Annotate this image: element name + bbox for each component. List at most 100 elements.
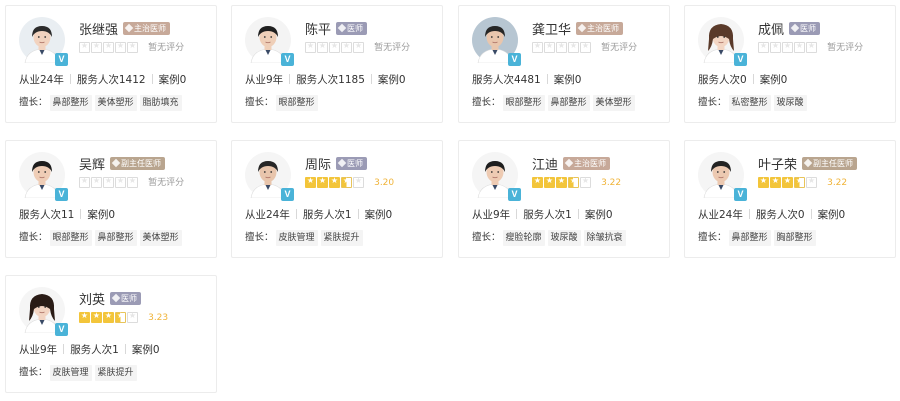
rating-score: 暂无评分 (148, 178, 185, 188)
doctor-name[interactable]: 江迪 (532, 154, 558, 173)
doctor-card-grid: V 张继强 主治医师 暂无评分 从业24年服务人次1412案例0 擅长：鼻部整形… (0, 0, 900, 401)
doctor-title-badge: 副主任医师 (110, 157, 165, 170)
rating-star-icon (782, 41, 793, 53)
doctor-card[interactable]: V 叶子荣 副主任医师 3.22 从业24年服务人次0案例0 擅长：鼻部整形胸部… (684, 140, 896, 258)
doctor-avatar[interactable]: V (19, 17, 68, 66)
specialty-tag[interactable]: 眼部整形 (49, 230, 92, 246)
rating-star-icon (532, 41, 543, 53)
doctor-specialties: 擅长： 皮肤管理 紧肤提升 (19, 365, 140, 381)
doctor-avatar[interactable]: V (472, 152, 521, 201)
doctor-stat: 服务人次0 (698, 74, 747, 86)
doctor-title-text: 医师 (347, 24, 363, 33)
verified-badge-icon: V (281, 188, 294, 201)
specialty-tag[interactable]: 美体塑形 (94, 95, 137, 111)
specialty-tag[interactable]: 玻尿酸 (773, 95, 807, 111)
specialty-tag[interactable]: 脂肪填充 (139, 95, 182, 111)
rating-star-icon (91, 41, 102, 53)
doctor-name[interactable]: 叶子荣 (758, 154, 797, 173)
doctor-stat: 从业24年 (245, 209, 290, 221)
doctor-avatar[interactable]: V (698, 17, 747, 66)
doctor-name[interactable]: 张继强 (79, 19, 118, 38)
doctor-rating: 3.22 (532, 176, 621, 189)
doctor-rating: 3.23 (79, 311, 168, 324)
specialty-tag[interactable]: 美体塑形 (592, 95, 635, 111)
doctor-name[interactable]: 龚卫华 (532, 19, 571, 38)
specialty-tag[interactable]: 胸部整形 (773, 230, 816, 246)
doctor-card[interactable]: V 吴辉 副主任医师 暂无评分 服务人次11案例0 擅长：眼部整形鼻部整形美体塑… (5, 140, 217, 258)
doctor-rating: 暂无评分 (79, 176, 185, 189)
doctor-title-text: 副主任医师 (813, 159, 853, 168)
rating-star-icon (91, 176, 102, 188)
specialty-tag[interactable]: 私密整形 (728, 95, 771, 111)
specialty-tag[interactable]: 眼部整形 (502, 95, 545, 111)
rating-star-icon (127, 176, 138, 188)
specialty-tag[interactable]: 鼻部整形 (49, 95, 92, 111)
specialty-tag[interactable]: 美体塑形 (139, 230, 182, 246)
diamond-icon (337, 158, 347, 168)
doctor-name[interactable]: 刘英 (79, 289, 105, 308)
rating-star-icon (532, 176, 543, 188)
specialty-tag[interactable]: 鼻部整形 (94, 230, 137, 246)
specialty-tag[interactable]: 除皱抗衰 (583, 230, 626, 246)
rating-score: 暂无评分 (601, 43, 638, 53)
doctor-title-text: 主治医师 (587, 24, 619, 33)
specialty-tag[interactable]: 玻尿酸 (547, 230, 581, 246)
rating-star-icon (305, 176, 316, 188)
doctor-stat: 从业9年 (19, 344, 58, 356)
rating-star-icon (79, 176, 90, 188)
specialty-label: 擅长： (19, 232, 48, 243)
rating-star-icon (103, 311, 114, 323)
doctor-stat: 案例0 (805, 209, 846, 221)
doctor-card[interactable]: V 刘英 医师 3.23 从业9年服务人次1案例0 擅长：皮肤管理紧肤提升 (5, 275, 217, 393)
doctor-name[interactable]: 成佩 (758, 19, 784, 38)
doctor-stat: 案例0 (572, 209, 613, 221)
doctor-title-text: 医师 (800, 24, 816, 33)
doctor-card[interactable]: V 江迪 主治医师 3.22 从业9年服务人次1案例0 擅长：瘦脸轮廓玻尿酸除皱… (458, 140, 670, 258)
doctor-card[interactable]: V 龚卫华 主治医师 暂无评分 服务人次4481案例0 擅长：眼部整形鼻部整形美… (458, 5, 670, 123)
rating-score: 暂无评分 (827, 43, 864, 53)
specialty-tag[interactable]: 紧肤提升 (320, 230, 363, 246)
doctor-stat: 案例0 (146, 74, 187, 86)
verified-badge-icon: V (734, 188, 747, 201)
diamond-icon (790, 23, 800, 33)
doctor-avatar[interactable]: V (472, 17, 521, 66)
doctor-name[interactable]: 吴辉 (79, 154, 105, 173)
specialty-tag[interactable]: 紧肤提升 (94, 365, 137, 381)
doctor-name[interactable]: 陈平 (305, 19, 331, 38)
verified-badge-icon: V (734, 53, 747, 66)
verified-badge-icon: V (508, 188, 521, 201)
diamond-icon (577, 23, 587, 33)
doctor-name[interactable]: 周际 (305, 154, 331, 173)
doctor-avatar[interactable]: V (19, 287, 68, 336)
specialty-label: 擅长： (472, 97, 501, 108)
doctor-rating: 暂无评分 (532, 41, 638, 54)
rating-star-icon (758, 176, 769, 188)
specialty-tag[interactable]: 皮肤管理 (275, 230, 318, 246)
specialty-tag[interactable]: 皮肤管理 (49, 365, 92, 381)
rating-star-icon (79, 41, 90, 53)
specialty-tag[interactable]: 鼻部整形 (728, 230, 771, 246)
specialty-tag[interactable]: 瘦脸轮廓 (502, 230, 545, 246)
doctor-avatar[interactable]: V (245, 152, 294, 201)
specialty-tag[interactable]: 鼻部整形 (547, 95, 590, 111)
doctor-card[interactable]: V 成佩 医师 暂无评分 服务人次0案例0 擅长：私密整形玻尿酸 (684, 5, 896, 123)
doctor-stat: 服务人次0 (743, 209, 805, 221)
rating-score: 3.20 (374, 178, 395, 188)
verified-badge-icon: V (281, 53, 294, 66)
doctor-card[interactable]: V 周际 医师 3.20 从业24年服务人次1案例0 擅长：皮肤管理紧肤提升 (231, 140, 443, 258)
doctor-avatar[interactable]: V (698, 152, 747, 201)
specialty-tag[interactable]: 眼部整形 (275, 95, 318, 111)
doctor-avatar[interactable]: V (19, 152, 68, 201)
diamond-icon (803, 158, 813, 168)
rating-score: 暂无评分 (374, 43, 411, 53)
doctor-card[interactable]: V 陈平 医师 暂无评分 从业9年服务人次1185案例0 擅长：眼部整形 (231, 5, 443, 123)
rating-score: 暂无评分 (148, 43, 185, 53)
rating-star-icon (544, 41, 555, 53)
doctor-stat: 案例0 (352, 209, 393, 221)
rating-star-icon (103, 41, 114, 53)
doctor-card[interactable]: V 张继强 主治医师 暂无评分 从业24年服务人次1412案例0 擅长：鼻部整形… (5, 5, 217, 123)
doctor-avatar[interactable]: V (245, 17, 294, 66)
doctor-specialties: 擅长： 皮肤管理 紧肤提升 (245, 230, 366, 246)
specialty-label: 擅长： (19, 97, 48, 108)
specialty-label: 擅长： (245, 97, 274, 108)
